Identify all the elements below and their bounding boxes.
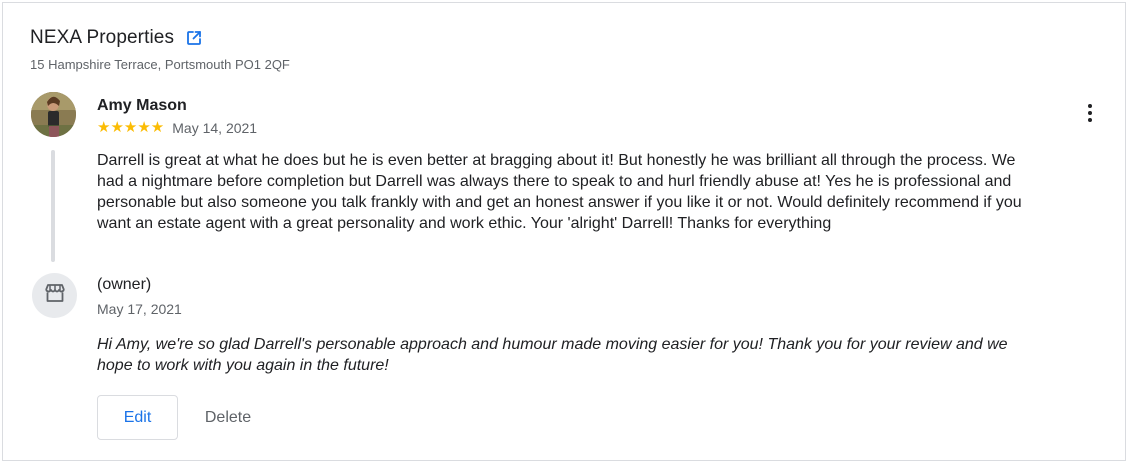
review-date: May 14, 2021 xyxy=(172,120,258,136)
review-text: Darrell is great at what he does but he … xyxy=(97,152,1022,232)
business-name: NEXA Properties xyxy=(30,27,175,48)
reviewer-avatar[interactable] xyxy=(31,92,76,137)
business-header: NEXA Properties xyxy=(30,27,203,49)
edit-button[interactable]: Edit xyxy=(97,395,178,440)
owner-label: (owner) xyxy=(97,276,152,293)
owner-avatar xyxy=(32,273,77,318)
thread-line xyxy=(51,150,55,262)
delete-button[interactable]: Delete xyxy=(189,395,267,440)
storefront-icon xyxy=(44,283,66,308)
open-in-new-icon[interactable] xyxy=(185,29,203,47)
star-rating: ★★★★★ xyxy=(97,119,165,136)
business-address: 15 Hampshire Terrace, Portsmouth PO1 2QF xyxy=(30,57,290,72)
reviewer-name[interactable]: Amy Mason xyxy=(97,97,187,115)
owner-response-text: Hi Amy, we're so glad Darrell's personab… xyxy=(97,336,1008,374)
more-vert-icon[interactable] xyxy=(1080,100,1100,126)
owner-response-date: May 17, 2021 xyxy=(97,301,182,317)
rating-row: ★★★★★ May 14, 2021 xyxy=(97,119,258,137)
